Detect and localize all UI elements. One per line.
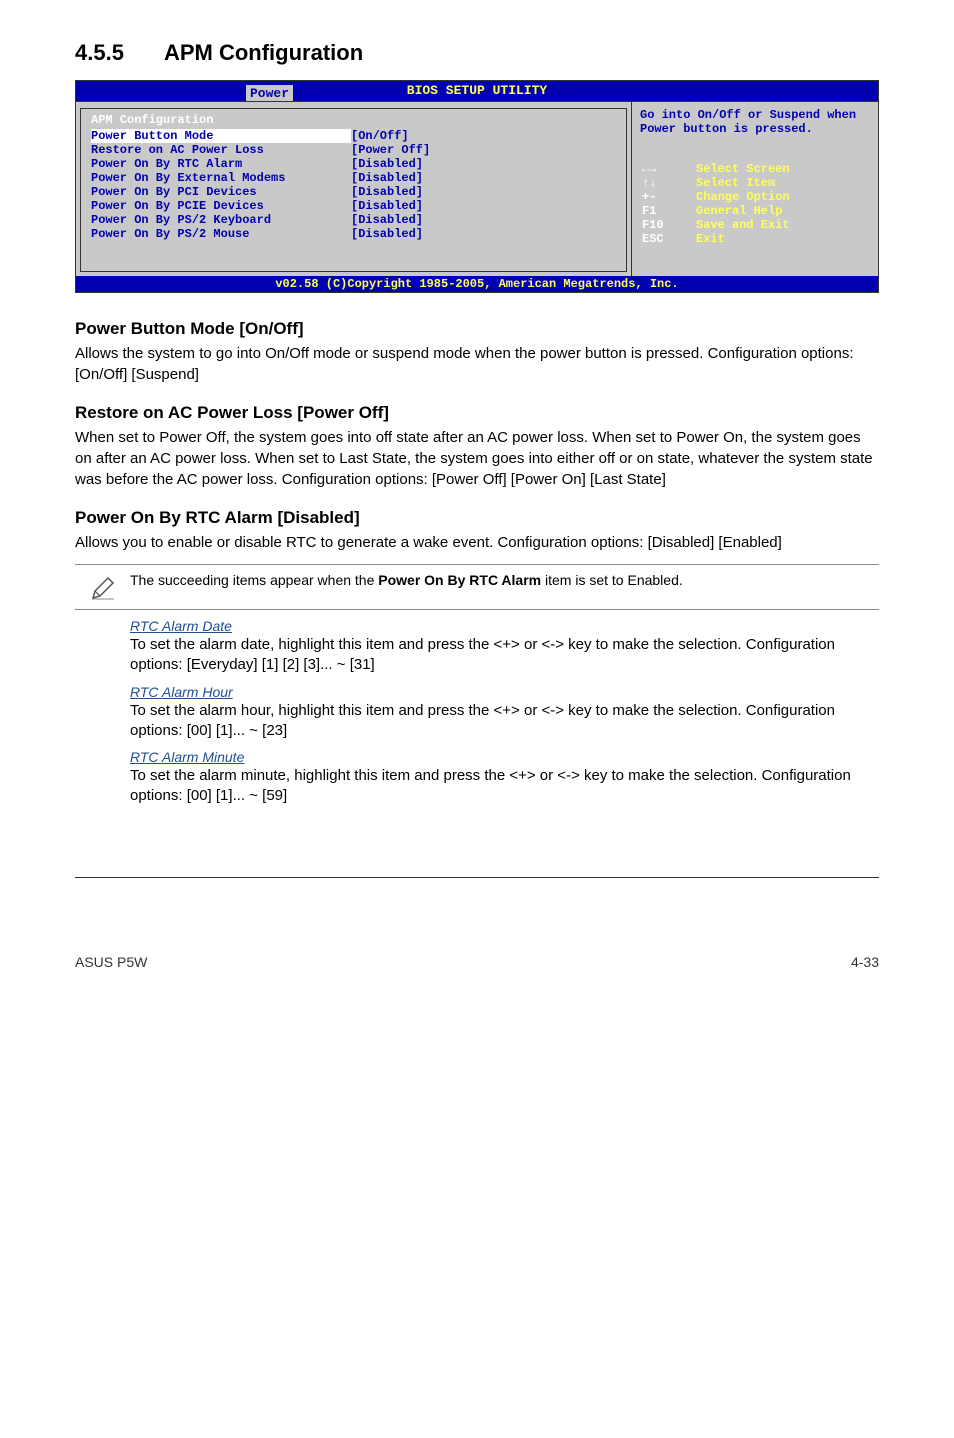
- nav-desc: General Help: [696, 204, 782, 218]
- section-number: 4.5.5: [75, 40, 124, 65]
- note-text: The succeeding items appear when the Pow…: [130, 571, 879, 590]
- note-bold: Power On By RTC Alarm: [378, 572, 541, 588]
- footer-right: 4-33: [851, 954, 879, 970]
- bios-row-val: [Disabled]: [351, 185, 423, 199]
- paragraph: Allows the system to go into On/Off mode…: [75, 344, 879, 385]
- bios-row-val: [Disabled]: [351, 171, 423, 185]
- bios-screenshot: BIOS SETUP UTILITY Power APM Configurati…: [75, 80, 879, 293]
- footer-left: ASUS P5W: [75, 954, 147, 970]
- bios-row-val: [Disabled]: [351, 199, 423, 213]
- bios-tab: Power: [246, 85, 293, 101]
- bios-section-title: APM Configuration: [91, 113, 616, 127]
- bios-header: BIOS SETUP UTILITY Power: [76, 81, 878, 101]
- bios-row-val: [Power Off]: [351, 143, 430, 157]
- bios-row-val: [On/Off]: [351, 129, 409, 143]
- nav-key: ESC: [642, 232, 696, 246]
- section-title: APM Configuration: [164, 40, 363, 65]
- bios-row-label: Power On By PS/2 Keyboard: [91, 213, 351, 227]
- bios-row: Power On By PS/2 Keyboard [Disabled]: [91, 213, 616, 227]
- subheading: Restore on AC Power Loss [Power Off]: [75, 403, 879, 423]
- nav-desc: Select Item: [696, 176, 775, 190]
- nav-key: ←→: [642, 162, 696, 176]
- bios-row-label: Power Button Mode: [91, 129, 351, 143]
- bios-row: Power On By PS/2 Mouse [Disabled]: [91, 227, 616, 241]
- bios-row-label: Power On By RTC Alarm: [91, 157, 351, 171]
- bios-row: Power On By External Modems [Disabled]: [91, 171, 616, 185]
- subheading: Power On By RTC Alarm [Disabled]: [75, 508, 879, 528]
- rtc-paragraph: To set the alarm date, highlight this it…: [130, 635, 875, 676]
- nav-key: ↑↓: [642, 176, 696, 190]
- section-heading: 4.5.5 APM Configuration: [75, 40, 879, 66]
- rtc-heading: RTC Alarm Date: [130, 618, 875, 634]
- rtc-paragraph: To set the alarm minute, highlight this …: [130, 766, 875, 807]
- nav-desc: Exit: [696, 232, 725, 246]
- subheading: Power Button Mode [On/Off]: [75, 319, 879, 339]
- note-box: The succeeding items appear when the Pow…: [75, 564, 879, 610]
- paragraph: Allows you to enable or disable RTC to g…: [75, 533, 879, 554]
- bios-row: Power Button Mode [On/Off]: [91, 129, 616, 143]
- nav-key: F10: [642, 218, 696, 232]
- pencil-icon: [75, 571, 130, 603]
- nav-desc: Select Screen: [696, 162, 790, 176]
- rtc-paragraph: To set the alarm hour, highlight this it…: [130, 701, 875, 742]
- nav-key: F1: [642, 204, 696, 218]
- bios-nav-hints: ←→Select Screen ↑↓Select Item +-Change O…: [642, 162, 852, 246]
- bios-title: BIOS SETUP UTILITY: [407, 83, 547, 98]
- bios-row-label: Power On By PCIE Devices: [91, 199, 351, 213]
- bios-row: Restore on AC Power Loss [Power Off]: [91, 143, 616, 157]
- bios-row-val: [Disabled]: [351, 213, 423, 227]
- bios-right-pane: Go into On/Off or Suspend when Power but…: [632, 101, 878, 276]
- bios-row-label: Power On By PCI Devices: [91, 185, 351, 199]
- bios-row: Power On By PCI Devices [Disabled]: [91, 185, 616, 199]
- bios-row: Power On By PCIE Devices [Disabled]: [91, 199, 616, 213]
- nav-key: +-: [642, 190, 696, 204]
- bios-row-label: Restore on AC Power Loss: [91, 143, 351, 157]
- note-pre: The succeeding items appear when the: [130, 572, 378, 588]
- paragraph: When set to Power Off, the system goes i…: [75, 428, 879, 490]
- note-post: item is set to Enabled.: [541, 572, 683, 588]
- bios-row-label: Power On By PS/2 Mouse: [91, 227, 351, 241]
- bios-row-val: [Disabled]: [351, 227, 423, 241]
- bios-footer: v02.58 (C)Copyright 1985-2005, American …: [76, 276, 878, 292]
- nav-desc: Save and Exit: [696, 218, 790, 232]
- bios-left-pane: APM Configuration Power Button Mode [On/…: [76, 101, 632, 276]
- page-footer: ASUS P5W 4-33: [75, 948, 879, 970]
- bios-help-text: Go into On/Off or Suspend when Power but…: [640, 108, 870, 136]
- bios-row-label: Power On By External Modems: [91, 171, 351, 185]
- rtc-heading: RTC Alarm Hour: [130, 684, 875, 700]
- rtc-heading: RTC Alarm Minute: [130, 749, 875, 765]
- bios-row: Power On By RTC Alarm [Disabled]: [91, 157, 616, 171]
- bios-row-val: [Disabled]: [351, 157, 423, 171]
- nav-desc: Change Option: [696, 190, 790, 204]
